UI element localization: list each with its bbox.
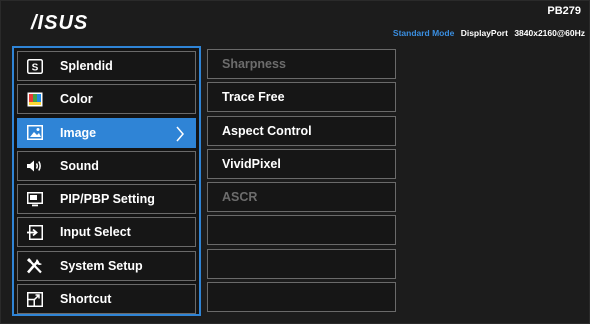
osd-window: /ISUS PB279 Standard Mode DisplayPort 38… — [0, 0, 590, 324]
status-line: Standard Mode DisplayPort 3840x2160@60Hz — [393, 28, 585, 38]
menu-item-color[interactable]: Color — [17, 84, 196, 115]
pip-icon — [26, 191, 44, 207]
menu-item-label: System Setup — [60, 258, 143, 273]
menu-item-label: Shortcut — [60, 292, 112, 307]
menu-item-label: Color — [60, 92, 93, 107]
speaker-icon — [26, 158, 44, 174]
menu-item-label: Input Select — [60, 225, 131, 240]
input-icon — [26, 224, 44, 240]
submenu-item-aspect-control[interactable]: Aspect Control — [207, 115, 396, 146]
menu-item-label: PIP/PBP Setting — [60, 192, 155, 207]
model-name: PB279 — [547, 5, 581, 17]
submenu-item-trace-free[interactable]: Trace Free — [207, 82, 396, 113]
submenu-item-empty — [207, 282, 396, 313]
shortcut-icon — [26, 291, 44, 307]
main-menu: S Splendid Color Image Sound PIP/PBP Set… — [12, 46, 201, 316]
menu-item-label: Image — [60, 125, 97, 140]
submenu-item-sharpness: Sharpness — [207, 49, 396, 79]
image-icon — [26, 125, 44, 141]
image-submenu: Sharpness Trace Free Aspect Control Vivi… — [207, 46, 396, 316]
tools-icon — [26, 257, 44, 274]
menu-item-system-setup[interactable]: System Setup — [17, 250, 196, 281]
menu-item-shortcut[interactable]: Shortcut — [17, 284, 196, 315]
menu-item-pip-pbp[interactable]: PIP/PBP Setting — [17, 184, 196, 215]
menu-item-label: Sound — [60, 158, 99, 173]
submenu-item-vividpixel[interactable]: VividPixel — [207, 148, 396, 179]
menu-item-input-select[interactable]: Input Select — [17, 217, 196, 248]
color-icon — [26, 91, 44, 107]
menu-item-splendid[interactable]: S Splendid — [17, 51, 196, 81]
input-port: DisplayPort — [460, 28, 508, 38]
svg-text:S: S — [32, 62, 39, 73]
splendid-icon: S — [26, 58, 44, 74]
menu-item-label: Splendid — [60, 59, 113, 73]
resolution: 3840x2160@60Hz — [514, 28, 585, 38]
menu-item-image[interactable]: Image — [17, 117, 196, 148]
chevron-right-icon — [175, 126, 185, 145]
submenu-item-ascr: ASCR — [207, 182, 396, 213]
brand-logo: /ISUS — [31, 12, 89, 34]
display-mode: Standard Mode — [392, 28, 455, 38]
menu-item-sound[interactable]: Sound — [17, 150, 196, 181]
submenu-item-empty — [207, 215, 396, 246]
submenu-item-empty — [207, 248, 396, 279]
